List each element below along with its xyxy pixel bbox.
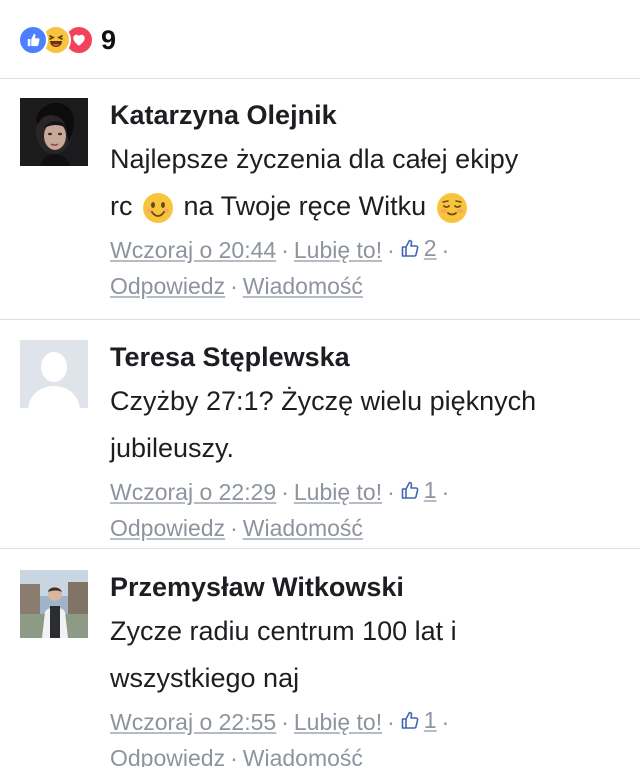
like-count[interactable]: 2 xyxy=(400,230,437,266)
message-link[interactable]: Wiadomość xyxy=(243,273,363,299)
comment-author[interactable]: Przemysław Witkowski xyxy=(110,570,630,604)
thumbs-up-icon xyxy=(401,711,419,729)
comment-text-line: na Twoje ręce Witku xyxy=(183,191,427,221)
avatar[interactable] xyxy=(20,98,88,166)
comment-text-line: wszystkiego naj xyxy=(110,663,300,693)
reply-link[interactable]: Odpowiedz xyxy=(110,273,225,299)
thumbs-up-icon xyxy=(401,481,419,499)
divider xyxy=(0,78,640,79)
comment-author[interactable]: Katarzyna Olejnik xyxy=(110,98,630,132)
comment-text: Najlepsze życzenia dla całej ekipy rc na… xyxy=(110,136,630,230)
message-link[interactable]: Wiadomość xyxy=(243,745,363,767)
like-count-value[interactable]: 2 xyxy=(424,230,437,266)
comment-meta: Wczoraj o 20:44 · Lubię to! · 2 · Odpowiedz · W… xyxy=(110,230,630,304)
like-count[interactable]: 1 xyxy=(400,472,437,508)
reactions-summary[interactable]: 9 xyxy=(18,24,116,56)
like-count-value[interactable]: 1 xyxy=(424,472,437,508)
comment-text: Zycze radiu centrum 100 lat i wszystkieg… xyxy=(110,608,630,702)
reply-link[interactable]: Odpowiedz xyxy=(110,515,225,541)
comment-timestamp[interactable]: Wczoraj o 20:44 xyxy=(110,237,276,263)
comment-text-line: Czyżby 27:1? Życzę wielu pięknych xyxy=(110,386,537,416)
like-reaction-icon xyxy=(18,25,48,55)
like-link[interactable]: Lubię to! xyxy=(294,479,382,505)
comment-text-line: rc xyxy=(110,191,133,221)
comment-author[interactable]: Teresa Stęplewska xyxy=(110,340,630,374)
comment-text-line: jubileuszy. xyxy=(110,433,235,463)
message-link[interactable]: Wiadomość xyxy=(243,515,363,541)
divider xyxy=(0,319,640,320)
reaction-icons xyxy=(18,25,94,55)
reply-link[interactable]: Odpowiedz xyxy=(110,745,225,767)
relieved-face-emoji xyxy=(436,192,467,223)
smiling-face-emoji xyxy=(143,192,174,223)
avatar[interactable] xyxy=(20,570,88,638)
like-count-value[interactable]: 1 xyxy=(424,702,437,738)
comment-text-line: Zycze radiu centrum 100 lat i xyxy=(110,616,457,646)
avatar[interactable] xyxy=(20,340,88,408)
comments-page: 9 Katarzyna Olejnik Najlepsze życzenia d… xyxy=(0,0,640,767)
reaction-count: 9 xyxy=(101,24,117,55)
comment-timestamp[interactable]: Wczoraj o 22:55 xyxy=(110,709,276,735)
comment-content: Przemysław Witkowski Zycze radiu centrum… xyxy=(110,570,630,767)
comment-content: Katarzyna Olejnik Najlepsze życzenia dla… xyxy=(110,98,630,304)
thumbs-up-icon xyxy=(401,239,419,257)
comment-text: Czyżby 27:1? Życzę wielu pięknych jubile… xyxy=(110,378,630,472)
like-link[interactable]: Lubię to! xyxy=(294,709,382,735)
comment-meta: Wczoraj o 22:55 · Lubię to! · 1 · Odpowiedz · W… xyxy=(110,702,630,767)
like-link[interactable]: Lubię to! xyxy=(294,237,382,263)
comment-content: Teresa Stęplewska Czyżby 27:1? Życzę wie… xyxy=(110,340,630,546)
divider xyxy=(0,548,640,549)
like-count[interactable]: 1 xyxy=(400,702,437,738)
comment-meta: Wczoraj o 22:29 · Lubię to! · 1 · Odpowiedz · W… xyxy=(110,472,630,546)
comment-text-line: Najlepsze życzenia dla całej ekipy xyxy=(110,144,519,174)
comment-timestamp[interactable]: Wczoraj o 22:29 xyxy=(110,479,276,505)
